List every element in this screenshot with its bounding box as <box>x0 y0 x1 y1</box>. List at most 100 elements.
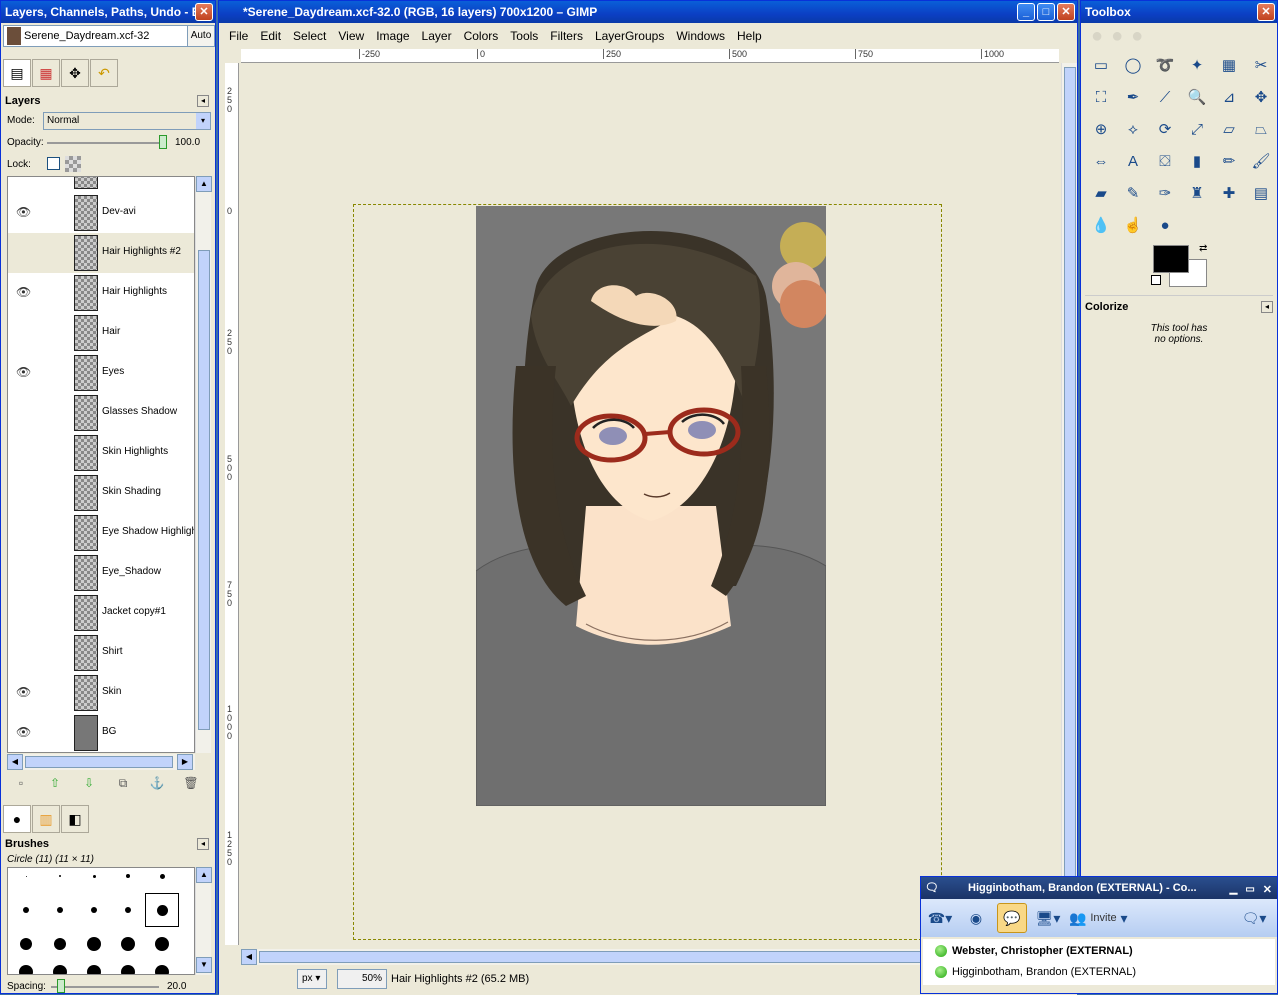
chat-titlebar[interactable]: 🗨 Higginbotham, Brandon (EXTERNAL) - Co.… <box>921 877 1277 899</box>
opacity-slider-handle[interactable] <box>159 135 167 149</box>
menu-file[interactable]: File <box>223 25 254 47</box>
eye-icon[interactable]: 👁 <box>16 726 32 738</box>
im-icon[interactable]: 💬 <box>997 903 1027 933</box>
lock-alpha-icon[interactable] <box>65 156 81 172</box>
eraser-icon[interactable]: ▰ <box>1085 177 1117 209</box>
toolbox-window[interactable]: Toolbox ✕ ●●● ▭ ◯ ➰ ✦ ▦ ✂ ⛶ ✒ ⟋ 🔍 ⊿ ✥ ⊕ ⟡ ⟳ ⤢ ▱ ⏢ ⇔ A ⛋ ▮ ✏ 🖌 ▰ ✎… <box>1080 0 1278 994</box>
scroll-down-icon[interactable]: ▼ <box>196 957 212 973</box>
fuzzy-select-icon[interactable]: ✦ <box>1181 49 1213 81</box>
layer-row[interactable]: Hair <box>8 313 194 353</box>
scroll-left-icon[interactable]: ◀ <box>7 754 23 770</box>
artwork-image[interactable] <box>476 206 826 806</box>
anchor-layer-icon[interactable]: ⚓ <box>147 775 167 791</box>
brush-preset[interactable] <box>54 938 66 950</box>
chat-window[interactable]: 🗨 Higginbotham, Brandon (EXTERNAL) - Co.… <box>920 876 1278 994</box>
move-icon[interactable]: ✥ <box>1245 81 1277 113</box>
brush-preset[interactable] <box>121 937 135 951</box>
brush-preset[interactable] <box>121 965 135 974</box>
toolbox-titlebar[interactable]: Toolbox ✕ <box>1081 1 1277 23</box>
new-layer-icon[interactable]: ▫ <box>11 775 31 791</box>
dock-titlebar[interactable]: Layers, Channels, Paths, Undo - B... ✕ <box>1 1 215 23</box>
brush-preset[interactable] <box>20 938 32 950</box>
image-select[interactable]: Serene_Daydream.xcf-32 <box>3 25 211 47</box>
layer-row[interactable]: 👁 Hair Highlights <box>8 273 194 313</box>
brush-preset[interactable] <box>19 965 33 974</box>
paintbrush-icon[interactable]: 🖌 <box>1245 145 1277 177</box>
brush-preset[interactable] <box>87 937 101 951</box>
menu-edit[interactable]: Edit <box>254 25 287 47</box>
brush-preset[interactable] <box>155 937 169 951</box>
scroll-thumb[interactable] <box>1064 67 1076 939</box>
maximize-icon[interactable]: □ <box>1037 3 1055 21</box>
brush-grid[interactable] <box>7 867 195 975</box>
visibility-toggle[interactable] <box>16 486 32 498</box>
airbrush-icon[interactable]: ✎ <box>1117 177 1149 209</box>
menu-windows[interactable]: Windows <box>670 25 731 47</box>
participant-row[interactable]: Webster, Christopher (EXTERNAL) <box>935 945 1133 957</box>
heal-icon[interactable]: ✚ <box>1213 177 1245 209</box>
bucket-fill-icon[interactable]: ⛋ <box>1149 145 1181 177</box>
brush-preset[interactable] <box>155 965 169 974</box>
brush-preset[interactable] <box>159 873 165 879</box>
visibility-toggle[interactable] <box>16 646 32 658</box>
horizontal-ruler[interactable]: -250 0 250 500 750 1000 <box>241 49 1059 63</box>
brush-preset[interactable] <box>91 907 97 913</box>
layers-list[interactable]: 👁 Dev-avi Hair Highlights #2 👁 Hair Highligh… <box>7 176 195 753</box>
layer-row[interactable]: Eye Shadow Highlight <box>8 513 194 553</box>
free-select-icon[interactable]: ➰ <box>1149 49 1181 81</box>
share-desktop-icon[interactable]: 🖥▾ <box>1033 903 1063 933</box>
layers-dock-window[interactable]: Layers, Channels, Paths, Undo - B... ✕ S… <box>0 0 216 994</box>
rect-select-icon[interactable]: ▭ <box>1085 49 1117 81</box>
spacing-slider[interactable] <box>51 986 159 988</box>
scroll-left-icon[interactable]: ◀ <box>241 949 257 965</box>
layer-row[interactable]: Skin Highlights <box>8 433 194 473</box>
scroll-up-icon[interactable]: ▲ <box>196 176 212 192</box>
ellipse-select-icon[interactable]: ◯ <box>1117 49 1149 81</box>
visibility-toggle[interactable] <box>16 246 32 258</box>
text-icon[interactable]: A <box>1117 145 1149 177</box>
delete-layer-icon[interactable]: 🗑 <box>181 775 201 791</box>
layer-row[interactable]: 👁 Dev-avi <box>8 193 194 233</box>
layer-row[interactable]: Hair Highlights #2 <box>8 233 194 273</box>
opacity-slider[interactable] <box>47 142 165 144</box>
scissors-icon[interactable]: ✂ <box>1245 49 1277 81</box>
layers-hscrollbar[interactable]: ◀ ▶ <box>7 754 195 770</box>
lower-layer-icon[interactable]: ⇩ <box>79 775 99 791</box>
canvas-area[interactable] <box>239 63 1061 945</box>
maximize-icon[interactable]: ▭ <box>1242 879 1257 899</box>
brush-preset[interactable] <box>57 907 63 913</box>
video-icon[interactable]: ◉ <box>961 903 991 933</box>
hscroll-thumb[interactable] <box>25 756 173 768</box>
blend-icon[interactable]: ▮ <box>1181 145 1213 177</box>
menu-tools[interactable]: Tools <box>504 25 544 47</box>
menu-layer[interactable]: Layer <box>416 25 458 47</box>
mode-select[interactable]: Normal ▾ <box>43 112 211 130</box>
menu-help[interactable]: Help <box>731 25 768 47</box>
visibility-toggle[interactable] <box>16 446 32 458</box>
brush-preset[interactable] <box>25 875 27 877</box>
eye-icon[interactable]: 👁 <box>16 206 32 218</box>
lock-pixels-checkbox[interactable] <box>47 157 60 170</box>
perspective-clone-icon[interactable]: ▤ <box>1245 177 1277 209</box>
scale-icon[interactable]: ⤢ <box>1181 113 1213 145</box>
blur-icon[interactable]: 💧 <box>1085 209 1117 241</box>
panel-menu-icon[interactable]: ◂ <box>197 838 209 850</box>
close-icon[interactable]: ✕ <box>195 3 213 21</box>
menu-filters[interactable]: Filters <box>544 25 589 47</box>
visibility-toggle[interactable] <box>16 326 32 338</box>
visibility-toggle[interactable] <box>16 566 32 578</box>
foreground-select-icon[interactable]: ⛶ <box>1085 81 1117 113</box>
eye-icon[interactable]: 👁 <box>16 366 32 378</box>
scroll-right-icon[interactable]: ▶ <box>177 754 193 770</box>
layers-scrollbar[interactable]: ▲ <box>195 176 212 753</box>
layer-row[interactable]: 👁 Skin <box>8 673 194 713</box>
rotate-icon[interactable]: ⟳ <box>1149 113 1181 145</box>
layer-row[interactable]: Jacket copy#1 <box>8 593 194 633</box>
measure-icon[interactable]: ⊿ <box>1213 81 1245 113</box>
participant-row[interactable]: Higginbotham, Brandon (EXTERNAL) <box>935 966 1136 978</box>
tab-undo[interactable]: ↶ <box>90 59 118 87</box>
ink-icon[interactable]: ✑ <box>1149 177 1181 209</box>
default-colors-icon[interactable] <box>1151 275 1161 285</box>
layer-row[interactable]: Skin Shading <box>8 473 194 513</box>
tab-layers[interactable]: ▤ <box>3 59 31 87</box>
